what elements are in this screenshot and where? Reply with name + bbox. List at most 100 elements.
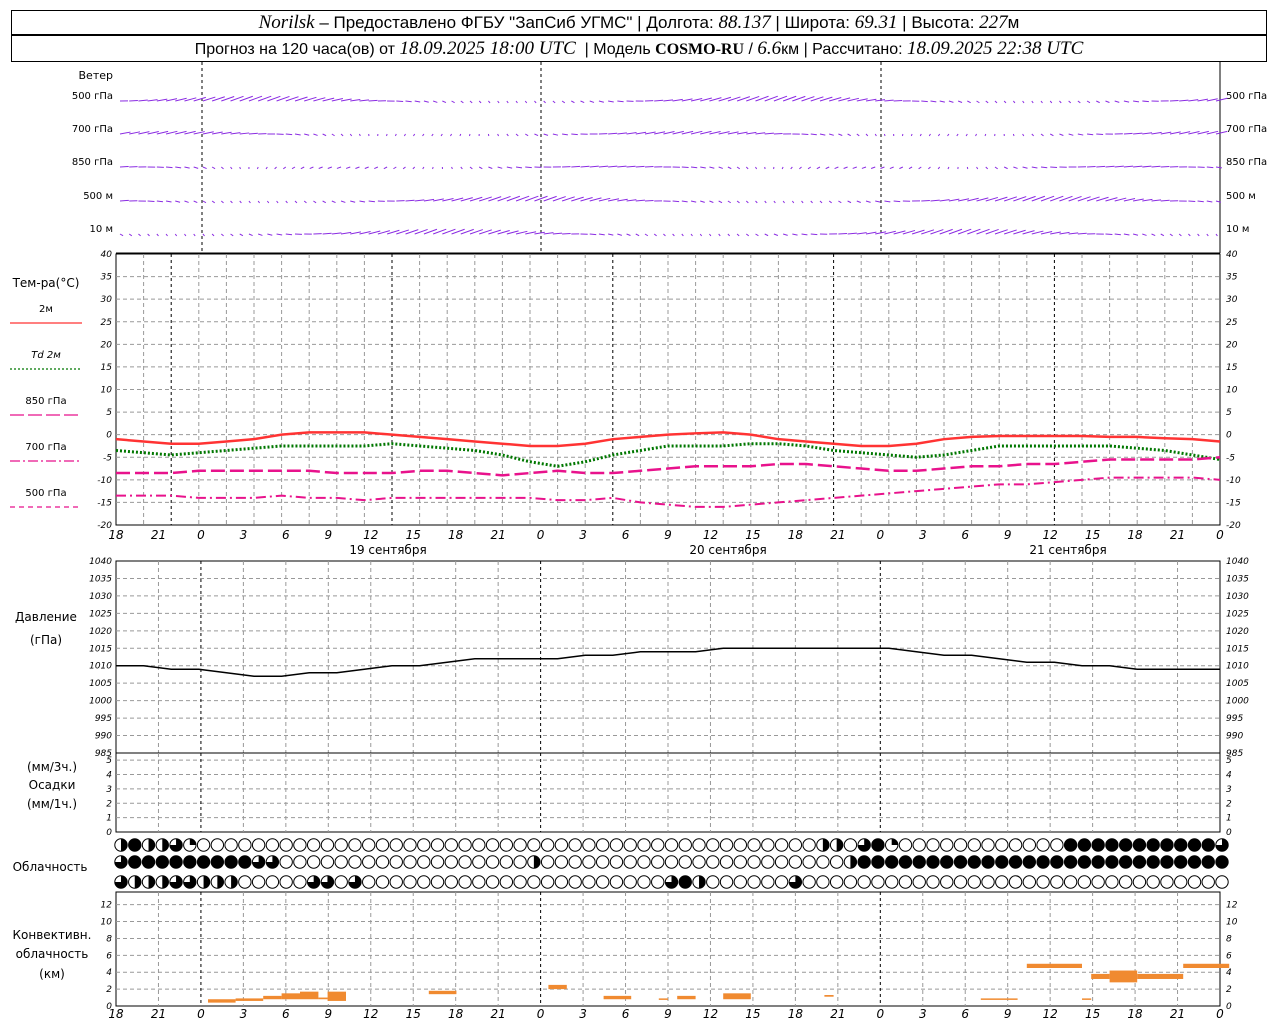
wind-barb [422, 133, 425, 137]
wind-barb [165, 200, 172, 203]
temp-tick-right: -20 [1226, 521, 1241, 531]
pressure-tick-right: 1035 [1226, 574, 1249, 584]
wind-barb [672, 98, 683, 102]
wind-barb [690, 233, 693, 237]
pressure-tick-left: 990 [95, 732, 112, 742]
cloud-symbol [995, 875, 1009, 889]
cloud-symbol-fill [699, 875, 706, 889]
cloud-symbol [375, 875, 390, 889]
cloud-symbol [898, 838, 913, 852]
wind-barb [175, 200, 181, 203]
wind-barb [1040, 133, 1044, 137]
cloud-symbol-fill [926, 855, 940, 869]
conv-hour-label: 21 [830, 1007, 845, 1021]
wind-barb [166, 166, 173, 169]
cloud-symbol [430, 855, 445, 869]
precip-tick-left: 1 [106, 814, 112, 824]
temp-hour-label: 18 [1127, 528, 1143, 542]
conv-hour-label: 3 [240, 1007, 248, 1021]
temp-tick-left: 10 [101, 386, 113, 396]
wind-barb [1012, 133, 1015, 137]
conv-tick-right: 2 [1226, 985, 1232, 995]
temp-tick-left: 20 [101, 340, 113, 350]
wind-barb [318, 166, 323, 169]
cloud-symbol-fill [1119, 855, 1132, 869]
wind-barb [405, 100, 412, 103]
wind-barb [515, 166, 523, 169]
cloud-symbol [224, 838, 238, 852]
wind-barb [764, 132, 774, 135]
temp-hour-label: 12 [1043, 528, 1058, 542]
wind-barb [403, 133, 406, 137]
cloud-symbol [499, 875, 514, 889]
cloud-symbol-fill [203, 875, 210, 889]
conv-cloud-bar [677, 995, 696, 1000]
cloud-symbol [1187, 875, 1202, 889]
cloud-symbol [334, 875, 348, 889]
cloud-symbol [417, 875, 431, 889]
wind-barb [736, 233, 740, 237]
cloud-symbol [472, 838, 486, 852]
wind-barb [580, 100, 585, 104]
wind-barb [635, 233, 640, 237]
wind-barb [534, 100, 537, 104]
wind-barb [488, 100, 491, 104]
cloud-symbol-fill [1202, 855, 1215, 869]
cloud-symbol [265, 838, 280, 852]
pressure-tick-right: 1005 [1226, 679, 1249, 689]
temp-hour-label: 0 [876, 528, 884, 542]
cloud-symbol [761, 855, 775, 869]
cloud-symbol [554, 838, 569, 852]
conv-hour-label: 18 [788, 1007, 804, 1021]
wind-barb [1215, 166, 1222, 169]
wind-barb [884, 200, 891, 203]
cloud-symbol [995, 838, 1009, 852]
wind-barb [975, 133, 977, 137]
conv-cloud-bar [235, 998, 264, 1001]
meteogram-chart: Ветер 500 гПа 500 гПа 700 гПа 700 гПа 850 гПа… [10, 62, 1267, 1021]
wind-barb [211, 233, 215, 237]
wind-barb [165, 233, 168, 237]
wind-barb [1059, 133, 1064, 136]
wind-barb [852, 166, 857, 169]
cloud-symbol [678, 838, 692, 852]
wind-barb [1133, 165, 1143, 168]
cloud-symbol [678, 855, 692, 869]
wind-barb [552, 232, 563, 235]
cloud-symbol-fill [1160, 855, 1174, 869]
cloud-symbol [472, 855, 486, 869]
cloud-symbol [967, 838, 981, 852]
cloud-symbol [802, 855, 816, 869]
wind-barb [322, 200, 327, 204]
pressure-title: Давление [15, 610, 77, 624]
temp-hour-label: 15 [745, 528, 760, 542]
cloud-symbol [926, 838, 940, 852]
wind-barb [825, 166, 830, 170]
conv-title-2: облачность [16, 947, 89, 961]
conv-hour-label: 6 [282, 1007, 290, 1021]
temp-tick-left: 30 [101, 295, 113, 305]
cloud-symbol [320, 838, 335, 852]
wind-barb [672, 233, 675, 237]
cloud-symbol [362, 855, 376, 869]
conv-hour-label: 12 [703, 1007, 718, 1021]
wind-barb [801, 233, 808, 236]
wind-barb [374, 166, 379, 170]
cloud-symbol-fill [1202, 838, 1215, 852]
wind-barb [608, 100, 614, 103]
cloud-symbol [527, 875, 541, 889]
wind-barb [810, 200, 813, 204]
wind-barb [478, 166, 483, 170]
temp-hour-label: 12 [703, 528, 718, 542]
precip-tick-left: 4 [106, 771, 112, 781]
wind-barb [718, 166, 723, 169]
wind-barb [497, 133, 500, 137]
cloud-symbol [1077, 875, 1092, 889]
wind-barb [856, 200, 861, 203]
cloud-symbol [664, 855, 679, 869]
pressure-tick-left: 1010 [89, 662, 112, 672]
wind-barb [285, 133, 293, 136]
wind-barb [736, 200, 740, 204]
cloud-symbol-fill [121, 838, 128, 852]
wind-barb [654, 99, 664, 102]
